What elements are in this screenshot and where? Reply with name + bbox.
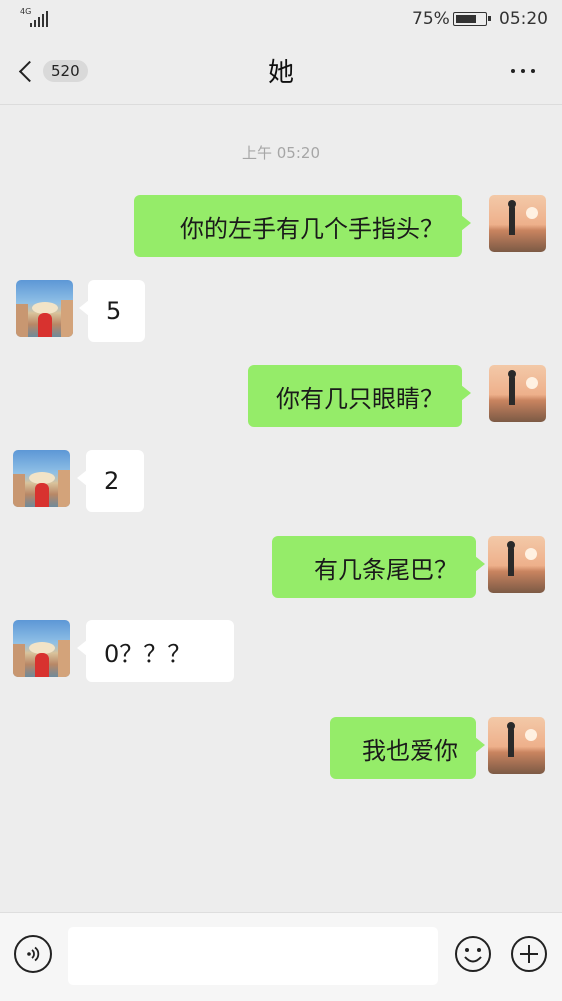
status-bar: 4G 75% 05:20 xyxy=(0,0,562,38)
message-text: 你有几只眼睛？ xyxy=(276,384,444,413)
my-avatar[interactable] xyxy=(489,365,546,422)
chat-title: 她 xyxy=(267,58,294,88)
message-text: 2 xyxy=(104,467,120,495)
more-functions-button[interactable] xyxy=(510,935,548,973)
contact-avatar[interactable] xyxy=(16,280,73,337)
my-avatar[interactable] xyxy=(488,536,545,593)
message-text: 你的左手有几个手指头？ xyxy=(180,214,444,243)
my-avatar[interactable] xyxy=(489,195,546,252)
message-text: 我也爱你 xyxy=(362,736,458,765)
message-input-bar xyxy=(0,912,562,1001)
message-text: 0？？？ xyxy=(104,639,192,668)
chat-header: 520 她 xyxy=(0,38,562,105)
my-avatar[interactable] xyxy=(488,717,545,774)
message-bubble-received[interactable]: 0？？？ xyxy=(77,620,234,682)
battery-percent: 75% xyxy=(412,9,450,29)
more-dots-icon xyxy=(511,69,515,73)
emoji-icon xyxy=(455,936,491,972)
emoji-button[interactable] xyxy=(454,935,492,973)
message-text: 有几条尾巴？ xyxy=(314,555,458,584)
contact-avatar[interactable] xyxy=(13,620,70,677)
message-bubble-received[interactable]: 5 xyxy=(79,280,145,342)
message-timestamp: 上午 05:20 xyxy=(242,144,320,162)
message-bubble-sent[interactable]: 我也爱你 xyxy=(330,717,485,779)
voice-icon xyxy=(27,946,40,962)
message-bubble-received[interactable]: 2 xyxy=(77,450,144,512)
message-input[interactable] xyxy=(68,927,438,985)
more-button[interactable] xyxy=(505,66,541,80)
message-bubble-sent[interactable]: 你的左手有几个手指头？ xyxy=(134,195,471,257)
contact-avatar[interactable] xyxy=(13,450,70,507)
message-bubble-sent[interactable]: 有几条尾巴？ xyxy=(272,536,485,598)
voice-button[interactable] xyxy=(14,935,52,973)
plus-icon xyxy=(511,936,547,972)
status-clock: 05:20 xyxy=(499,9,548,29)
message-bubble-sent[interactable]: 你有几只眼睛？ xyxy=(248,365,471,427)
battery-icon xyxy=(453,12,491,26)
message-text: 5 xyxy=(106,297,122,325)
signal-icon: 4G xyxy=(20,7,52,29)
